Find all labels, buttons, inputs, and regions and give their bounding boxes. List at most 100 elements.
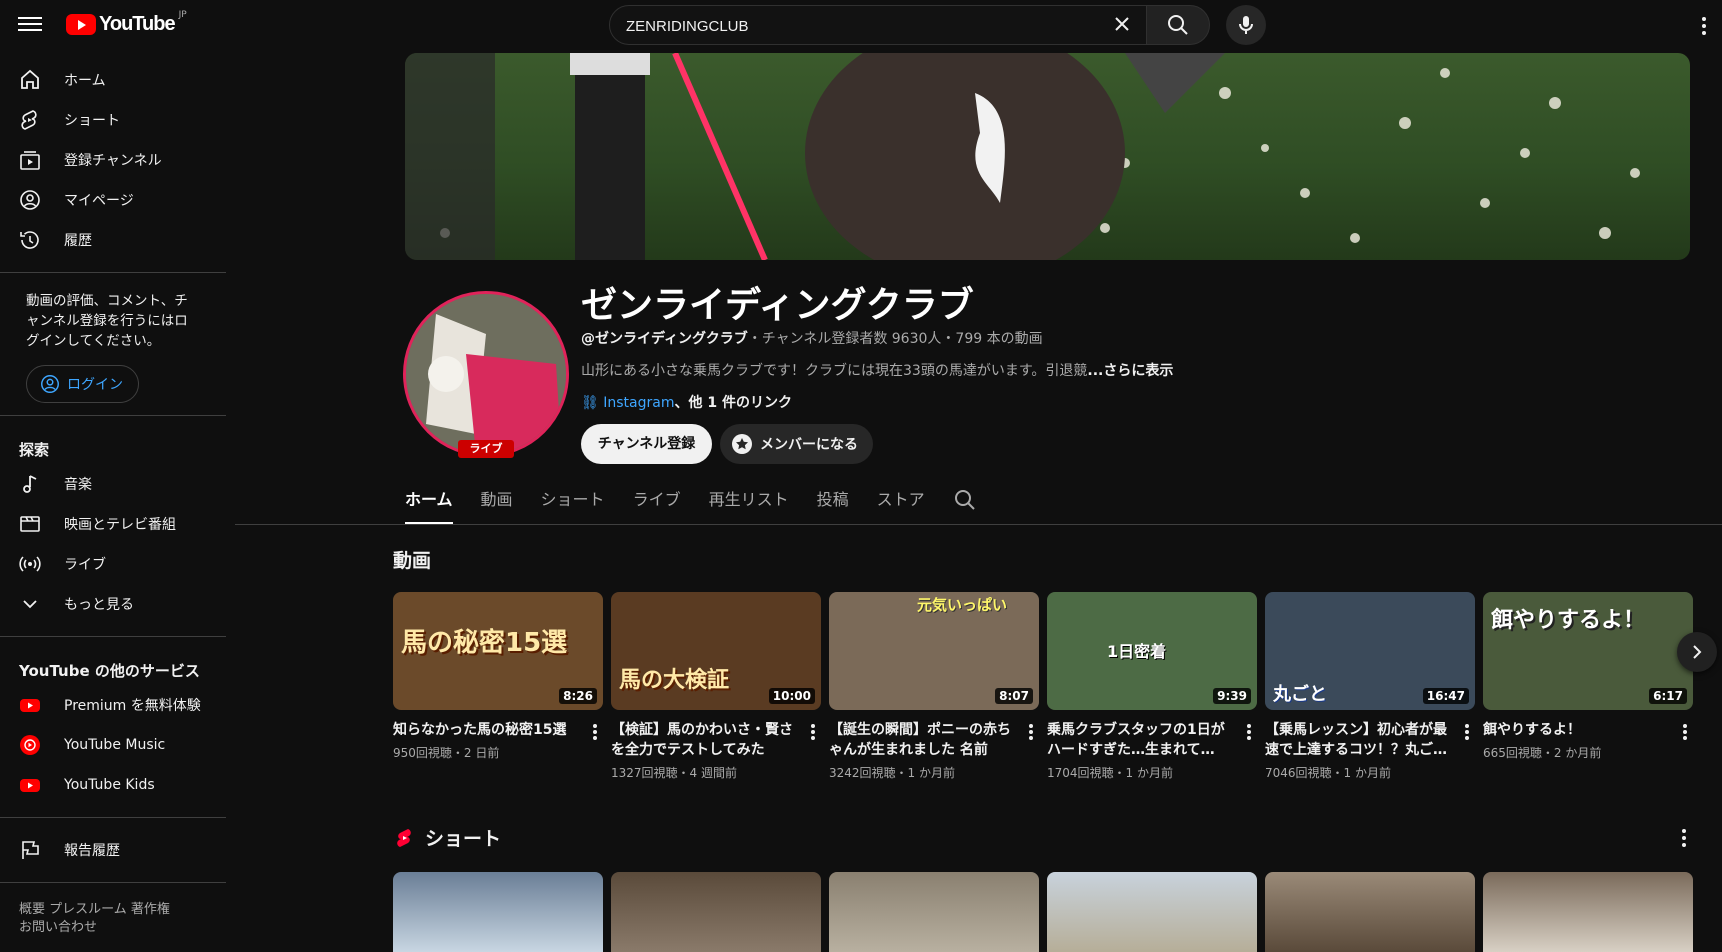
tab-store[interactable]: ストア	[877, 484, 925, 524]
video-card[interactable]: 元気いっぱい 8:07 【誕生の瞬間】ポニーの赤ちゃんが生まれました 名前は… …	[829, 592, 1039, 781]
youtube-logo[interactable]: YouTube JP	[66, 10, 187, 36]
search-icon[interactable]	[953, 488, 977, 512]
sidebar-item-subscriptions[interactable]: 登録チャンネル	[0, 140, 226, 180]
sidebar-item-movies[interactable]: 映画とテレビ番組	[0, 504, 226, 544]
more-vert-icon[interactable]	[587, 720, 603, 744]
shorts-section-title[interactable]: ショート	[393, 824, 501, 851]
channel-title: ゼンライディングクラブ	[581, 285, 974, 326]
tab-videos[interactable]: 動画	[481, 484, 513, 524]
footer-line[interactable]: お問い合わせ	[19, 919, 207, 937]
live-badge[interactable]: ライブ	[458, 440, 514, 458]
video-thumbnail[interactable]: 1日密着 9:39	[1047, 592, 1257, 710]
footer-line[interactable]: 概要 プレスルーム 著作権	[19, 901, 207, 919]
more-vert-icon[interactable]	[1692, 14, 1716, 38]
short-thumbnail[interactable]	[829, 872, 1039, 952]
sidebar-item-label: もっと見る	[64, 597, 134, 613]
sidebar-item-premium[interactable]: Premium を無料体験	[0, 685, 226, 725]
thumbnail-text: 馬の大検証	[619, 668, 730, 693]
channel-tabs: ホーム 動画 ショート ライブ 再生リスト 投稿 ストア	[405, 484, 977, 524]
sidebar-item-label: 音楽	[64, 477, 92, 493]
search-input[interactable]	[626, 15, 1066, 37]
other-links-link[interactable]: 、他 1 件のリンク	[674, 395, 792, 411]
video-title[interactable]: 【乗馬レッスン】初心者が最速で上達するコツ！？丸ご…	[1265, 720, 1451, 760]
more-vert-icon[interactable]	[805, 720, 821, 744]
channel-avatar[interactable]	[403, 291, 569, 457]
video-card[interactable]: 馬の秘密15選 8:26 知らなかった馬の秘密15選 950回視聴・2 日前	[393, 592, 603, 761]
menu-icon[interactable]	[18, 14, 42, 34]
sidebar-item-report-history[interactable]: 報告履歴	[0, 830, 226, 870]
search-box	[609, 5, 1147, 45]
login-button[interactable]: ログイン	[26, 365, 139, 403]
video-title[interactable]: 【検証】馬のかわいさ・賢さを全力でテストしてみた	[611, 720, 797, 760]
channel-stats: ・チャンネル登録者数 9630人・799 本の動画	[747, 331, 1043, 347]
sidebar: ホーム ショート 登録チャンネル マイページ 履歴 動画の評価、コメント、チャン…	[0, 60, 226, 935]
video-meta: 7046回視聴・1 か月前	[1265, 766, 1391, 780]
tab-posts[interactable]: 投稿	[817, 484, 849, 524]
chevron-down-icon	[23, 600, 37, 609]
video-card[interactable]: 餌やりするよ！ 6:17 餌やりするよ！ 665回視聴・2 か月前	[1483, 592, 1693, 761]
sidebar-item-history[interactable]: 履歴	[0, 220, 226, 260]
flag-icon	[22, 841, 39, 859]
video-card[interactable]: 馬の大検証 10:00 【検証】馬のかわいさ・賢さを全力でテストしてみた 132…	[611, 592, 821, 781]
close-icon[interactable]	[1110, 12, 1134, 36]
thumbnail-text: 餌やりするよ！	[1491, 608, 1646, 633]
search-button[interactable]	[1146, 5, 1210, 45]
video-card[interactable]: 丸ごと 16:47 【乗馬レッスン】初心者が最速で上達するコツ！？丸ご… 704…	[1265, 592, 1475, 781]
divider	[0, 882, 226, 883]
youtube-music-icon	[20, 735, 40, 755]
video-thumbnail[interactable]: 馬の大検証 10:00	[611, 592, 821, 710]
you-icon	[20, 190, 40, 210]
sidebar-item-youtube-kids[interactable]: YouTube Kids	[0, 765, 226, 805]
more-vert-icon[interactable]	[1677, 720, 1693, 744]
tab-home[interactable]: ホーム	[405, 484, 453, 524]
sidebar-item-label: 登録チャンネル	[64, 153, 162, 169]
shorts-logo-icon	[397, 828, 411, 847]
sidebar-item-shorts[interactable]: ショート	[0, 100, 226, 140]
more-vert-icon[interactable]	[1672, 826, 1696, 850]
more-vert-icon[interactable]	[1459, 720, 1475, 744]
short-thumbnail[interactable]	[611, 872, 821, 952]
signin-prompt: 動画の評価、コメント、チャンネル登録を行うにはログインしてください。	[26, 293, 188, 349]
short-thumbnail[interactable]	[393, 872, 603, 952]
channel-description[interactable]: 山形にある小さな乗馬クラブです！クラブには現在33頭の馬達がいます。引退競...…	[581, 360, 1173, 380]
subscribe-button[interactable]: チャンネル登録	[581, 424, 712, 464]
divider	[0, 817, 226, 818]
video-thumbnail[interactable]: 馬の秘密15選 8:26	[393, 592, 603, 710]
chevron-right-icon	[1693, 645, 1702, 659]
tab-live[interactable]: ライブ	[633, 484, 681, 524]
sidebar-item-music[interactable]: 音楽	[0, 464, 226, 504]
tab-playlists[interactable]: 再生リスト	[709, 484, 789, 524]
join-label: メンバーになる	[760, 437, 858, 453]
sidebar-item-live[interactable]: ライブ	[0, 544, 226, 584]
voice-search-button[interactable]	[1226, 5, 1266, 45]
instagram-link[interactable]: ⛓ Instagram	[581, 395, 674, 411]
search-icon	[1168, 15, 1188, 35]
more-vert-icon[interactable]	[1023, 720, 1039, 744]
video-card[interactable]: 1日密着 9:39 乗馬クラブスタッフの1日がハードすぎた…生まれて… 1704…	[1047, 592, 1257, 781]
sidebar-item-show-more[interactable]: もっと見る	[0, 584, 226, 624]
video-thumbnail[interactable]: 丸ごと 16:47	[1265, 592, 1475, 710]
shelf-next-button[interactable]	[1677, 632, 1717, 672]
videos-section-title[interactable]: 動画	[393, 546, 431, 573]
thumbnail-text: 丸ごと	[1273, 684, 1327, 705]
short-thumbnail[interactable]	[1265, 872, 1475, 952]
tab-shorts[interactable]: ショート	[541, 484, 605, 524]
video-title[interactable]: 乗馬クラブスタッフの1日がハードすぎた…生まれて…	[1047, 720, 1233, 760]
join-button[interactable]: メンバーになる	[720, 424, 873, 464]
video-thumbnail[interactable]: 餌やりするよ！ 6:17	[1483, 592, 1693, 710]
avatar-image	[406, 294, 566, 454]
music-icon	[23, 475, 37, 493]
video-title[interactable]: 知らなかった馬の秘密15選	[393, 720, 579, 740]
sidebar-item-youtube-music[interactable]: YouTube Music	[0, 725, 226, 765]
sidebar-item-you[interactable]: マイページ	[0, 180, 226, 220]
video-thumbnail[interactable]: 元気いっぱい 8:07	[829, 592, 1039, 710]
youtube-premium-icon	[20, 699, 40, 712]
more-vert-icon[interactable]	[1241, 720, 1257, 744]
video-title[interactable]: 【誕生の瞬間】ポニーの赤ちゃんが生まれました 名前は…	[829, 720, 1015, 760]
duration-badge: 9:39	[1213, 688, 1251, 704]
video-title[interactable]: 餌やりするよ！	[1483, 720, 1669, 740]
short-thumbnail[interactable]	[1047, 872, 1257, 952]
sidebar-item-home[interactable]: ホーム	[0, 60, 226, 100]
short-thumbnail[interactable]	[1483, 872, 1693, 952]
show-more-link[interactable]: ...さらに表示	[1087, 363, 1173, 379]
